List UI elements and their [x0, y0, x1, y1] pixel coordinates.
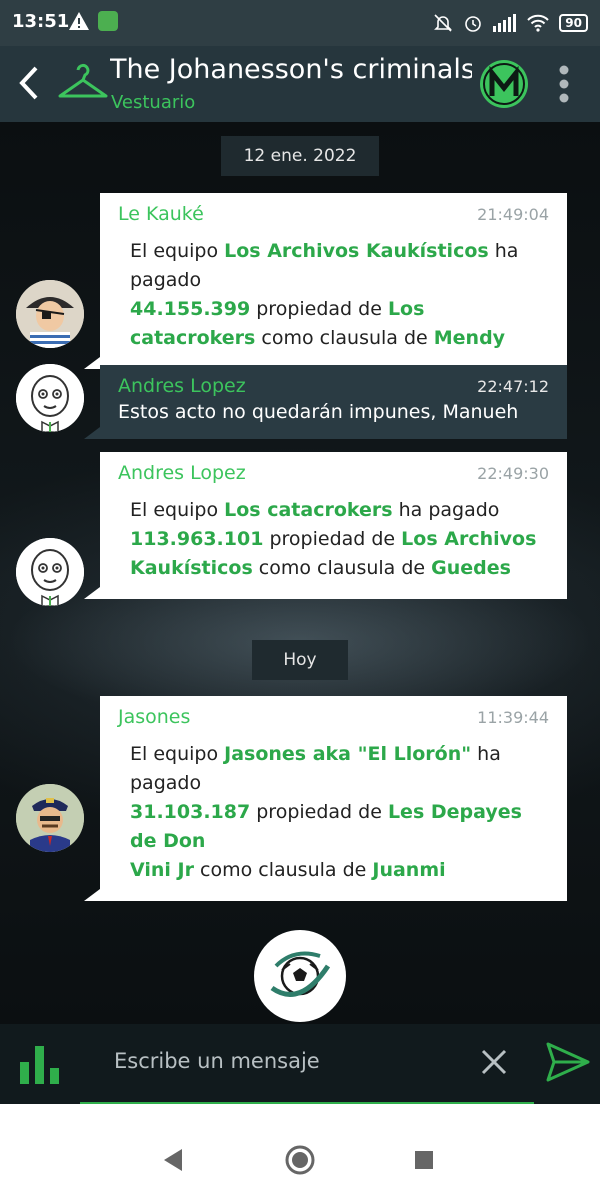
pirate-avatar-icon: [16, 280, 84, 348]
football-fab-button[interactable]: [254, 930, 346, 1022]
nav-back-icon[interactable]: [156, 1142, 192, 1178]
wifi-icon: [527, 14, 550, 32]
message-bubble: Andres Lopez 22:49:30 El equipo Los cata…: [84, 452, 567, 599]
message-text: Estos acto no quedarán impunes, Manueh: [118, 401, 519, 423]
avatar-pirate[interactable]: [16, 280, 84, 348]
message-text: El equipo Los catacrokers ha pagado 113.…: [130, 499, 537, 579]
send-icon[interactable]: [544, 1040, 592, 1084]
status-time: 13:51: [12, 11, 70, 32]
message-item[interactable]: Jasones 11:39:44 El equipo Jasones aka "…: [84, 696, 567, 901]
signal-icon: [493, 14, 517, 32]
chat-messages: 12 ene. 2022 Le Kauké 21:49:04 El equipo…: [0, 122, 600, 1024]
message-text: El equipo Jasones aka "El Llorón" ha pag…: [130, 743, 522, 881]
avatar-jasones[interactable]: [16, 784, 84, 852]
message-time: 21:49:04: [477, 205, 549, 224]
chat-header: The Johanesson's criminals le Vestuario: [0, 46, 600, 122]
warning-icon: [69, 12, 89, 30]
message-time: 11:39:44: [477, 708, 549, 727]
more-vert-icon[interactable]: [548, 62, 580, 106]
message-composer: [0, 1024, 600, 1104]
avatar-andres[interactable]: [16, 364, 84, 432]
nav-recent-icon[interactable]: [406, 1142, 442, 1178]
message-item[interactable]: Andres Lopez 22:49:30 El equipo Los cata…: [84, 452, 567, 599]
stats-icon[interactable]: [18, 1042, 62, 1086]
message-item[interactable]: Andres Lopez 22:47:12 Estos acto no qued…: [84, 365, 567, 439]
avatar-andres[interactable]: [16, 538, 84, 606]
chat-title[interactable]: The Johanesson's criminals le: [110, 54, 472, 85]
nav-spacer: [0, 1104, 600, 1120]
app-notification-icon: [98, 11, 118, 31]
alarm-icon: [465, 16, 482, 32]
league-logo-icon: [480, 60, 528, 108]
message-time: 22:47:12: [477, 377, 549, 396]
close-icon[interactable]: [478, 1046, 510, 1078]
message-bubble: Jasones 11:39:44 El equipo Jasones aka "…: [84, 696, 567, 901]
system-navigation-bar: [0, 1120, 600, 1200]
police-avatar-icon: [16, 784, 84, 852]
message-bubble: Andres Lopez 22:47:12 Estos acto no qued…: [84, 365, 567, 439]
date-separator: 12 ene. 2022: [221, 136, 379, 176]
message-time: 22:49:30: [477, 464, 549, 483]
football-icon: [270, 951, 331, 997]
back-arrow-icon[interactable]: [12, 60, 48, 106]
nav-home-icon[interactable]: [282, 1142, 318, 1178]
message-text: El equipo Los Archivos Kaukísticos ha pa…: [130, 240, 519, 349]
date-label: Hoy: [283, 650, 317, 670]
cartoon-face-avatar-icon: [16, 538, 84, 606]
status-bar: 13:51 90: [0, 0, 600, 46]
cartoon-face-avatar-icon: [16, 364, 84, 432]
hanger-icon: [58, 63, 108, 98]
status-icons: 90: [433, 10, 588, 36]
bell-off-icon: [434, 14, 453, 32]
message-bubble: Le Kauké 21:49:04 El equipo Los Archivos…: [84, 193, 567, 369]
date-label: 12 ene. 2022: [243, 146, 357, 166]
message-input[interactable]: [80, 1040, 534, 1082]
message-item[interactable]: Le Kauké 21:49:04 El equipo Los Archivos…: [84, 193, 567, 369]
battery-indicator: 90: [559, 14, 588, 32]
chat-subtitle: Vestuario: [111, 92, 196, 113]
date-separator: Hoy: [252, 640, 348, 680]
